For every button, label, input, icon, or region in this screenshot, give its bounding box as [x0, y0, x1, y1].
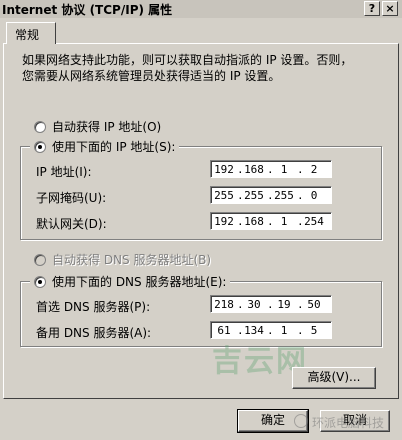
mask-octet-3[interactable]: 255 — [273, 189, 295, 202]
obtain-ip-auto-label: 自动获得 IP 地址(O) — [52, 120, 162, 134]
ip-octet-1[interactable]: 192 — [213, 163, 235, 176]
ip-address-input[interactable]: 192 . 168 . 1 . 2 — [210, 160, 332, 178]
advanced-button[interactable]: 高级(V)... — [292, 367, 376, 389]
ip-octet-2[interactable]: 168 — [243, 163, 265, 176]
window-title: Internet 协议 (TCP/IP) 属性 — [2, 3, 173, 17]
subnet-mask-input[interactable]: 255 . 255 . 255 . 0 — [210, 186, 332, 204]
watermark-overlay-text: 环派电脑科技 — [312, 416, 385, 430]
use-following-ip-radio[interactable] — [34, 140, 46, 153]
ip-address-label: IP 地址(I): — [36, 165, 92, 179]
description-text: 如果网络支持此功能，则可以获取自动指派的 IP 设置。否则， 您需要从网络系统管… — [22, 52, 372, 84]
preferred-dns-input[interactable]: 218 . 30 . 19 . 50 — [210, 295, 332, 313]
obtain-ip-auto-radio[interactable] — [34, 120, 46, 133]
tab-general[interactable]: 常规 — [6, 22, 56, 44]
obtain-ip-auto-option[interactable]: 自动获得 IP 地址(O) — [34, 118, 161, 135]
pdns-octet-3[interactable]: 19 — [273, 298, 295, 311]
mask-octet-4[interactable]: 0 — [303, 189, 325, 202]
obtain-dns-auto-label: 自动获得 DNS 服务器地址(B) — [52, 253, 212, 267]
gateway-octet-2[interactable]: 168 — [243, 215, 265, 228]
use-following-dns-option[interactable]: 使用下面的 DNS 服务器地址(E): — [30, 273, 231, 290]
pdns-octet-4[interactable]: 50 — [303, 298, 325, 311]
subnet-mask-label: 子网掩码(U): — [36, 191, 107, 205]
close-button[interactable]: × — [382, 1, 398, 16]
obtain-dns-auto-radio — [34, 253, 46, 266]
description-line-1: 如果网络支持此功能，则可以获取自动指派的 IP 设置。否则， — [22, 53, 353, 67]
description-line-2: 您需要从网络系统管理员处获得适当的 IP 设置。 — [22, 69, 281, 83]
title-bar: Internet 协议 (TCP/IP) 属性 ? × — [0, 0, 402, 18]
use-following-dns-label: 使用下面的 DNS 服务器地址(E): — [52, 275, 227, 289]
watermark-icon — [294, 414, 308, 428]
gateway-octet-4[interactable]: 254 — [303, 215, 325, 228]
ip-octet-4[interactable]: 2 — [303, 163, 325, 176]
pdns-octet-1[interactable]: 218 — [213, 298, 235, 311]
obtain-dns-auto-option: 自动获得 DNS 服务器地址(B) — [34, 251, 211, 268]
alternate-dns-label: 备用 DNS 服务器(A): — [36, 326, 152, 340]
mask-octet-2[interactable]: 255 — [243, 189, 265, 202]
use-following-ip-label: 使用下面的 IP 地址(S): — [52, 140, 176, 154]
default-gateway-input[interactable]: 192 . 168 . 1 . 254 — [210, 212, 332, 230]
gateway-octet-1[interactable]: 192 — [213, 215, 235, 228]
tcpip-properties-dialog: Internet 协议 (TCP/IP) 属性 ? × 常规 如果网络支持此功能… — [0, 0, 402, 440]
mask-octet-1[interactable]: 255 — [213, 189, 235, 202]
default-gateway-label: 默认网关(D): — [36, 217, 107, 231]
pdns-octet-2[interactable]: 30 — [243, 298, 265, 311]
ip-octet-3[interactable]: 1 — [273, 163, 295, 176]
preferred-dns-label: 首选 DNS 服务器(P): — [36, 300, 151, 314]
gateway-octet-3[interactable]: 1 — [273, 215, 295, 228]
help-button[interactable]: ? — [364, 1, 380, 16]
use-following-dns-radio[interactable] — [34, 275, 46, 288]
use-following-ip-option[interactable]: 使用下面的 IP 地址(S): — [30, 138, 180, 155]
